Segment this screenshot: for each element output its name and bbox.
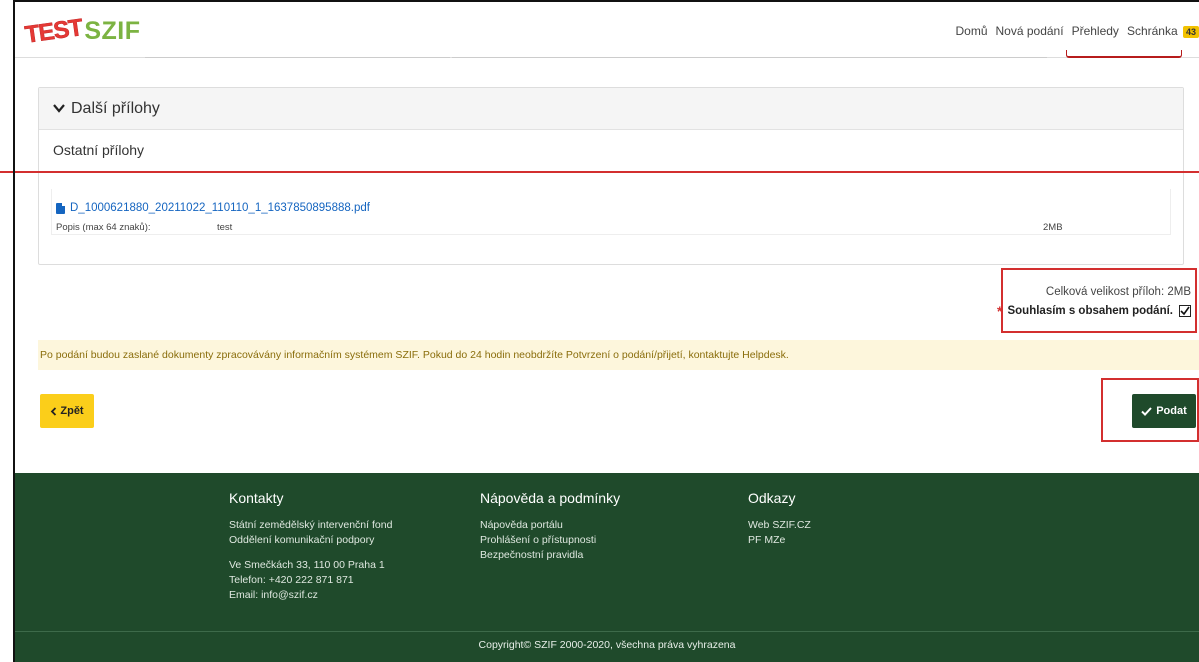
- footer-contacts-dept: Oddělení komunikační podpory: [229, 534, 375, 546]
- header-divider: [452, 57, 1047, 58]
- szif-logo[interactable]: TEST SZIF: [23, 10, 141, 49]
- nav-overviews[interactable]: Přehledy: [1072, 24, 1119, 38]
- back-button-label: Zpět: [60, 405, 84, 417]
- attachment-description-value: test: [217, 222, 233, 233]
- footer-help-title: Nápověda a podmínky: [480, 490, 621, 506]
- footer-divider: [15, 631, 1199, 632]
- attachment-description-label: Popis (max 64 znaků):: [56, 222, 151, 233]
- footer-link-security[interactable]: Bezpečnostní pravidla: [480, 548, 620, 563]
- submit-annotation-box: Podat: [1101, 378, 1199, 442]
- partially-hidden-button[interactable]: [1066, 50, 1182, 58]
- footer-contacts-address: Ve Smečkách 33, 110 00 Praha 1: [229, 559, 385, 571]
- chevron-left-icon: [51, 406, 57, 416]
- footer-help: Nápověda a podmínky Nápověda portálu Pro…: [480, 490, 620, 563]
- footer-contacts: Kontakty Státní zemědělský intervenční f…: [229, 490, 392, 603]
- nav-new-submission[interactable]: Nová podání: [996, 24, 1064, 38]
- consent-annotation-box: Celková velikost příloh: 2MB * Souhlasím…: [997, 268, 1197, 333]
- consent-row: * Souhlasím s obsahem podání.: [997, 303, 1191, 319]
- other-attachments-title: Ostatní přílohy: [53, 142, 145, 158]
- submit-button[interactable]: Podat: [1132, 394, 1196, 428]
- nav-home[interactable]: Domů: [955, 24, 987, 38]
- site-footer: Kontakty Státní zemědělský intervenční f…: [15, 473, 1199, 662]
- checkmark-icon: [1141, 406, 1152, 416]
- required-marker: *: [997, 303, 1003, 319]
- footer-contacts-phone: Telefon: +420 222 871 871: [229, 574, 354, 586]
- footer-contacts-email: Email: info@szif.cz: [229, 589, 318, 601]
- inbox-count-badge: 43: [1182, 26, 1199, 38]
- attachment-file-size: 2MB: [1043, 222, 1063, 233]
- footer-copyright: Copyright© SZIF 2000-2020, všechna práva…: [478, 639, 736, 651]
- footer-link-accessibility[interactable]: Prohlášení o přístupnosti: [480, 533, 620, 548]
- pdf-file-icon: [56, 202, 65, 214]
- attachments-panel-header[interactable]: Další přílohy: [39, 88, 1183, 130]
- footer-links-title: Odkazy: [748, 490, 796, 506]
- main-nav: Domů Nová podání Přehledy Schránka 43: [955, 24, 1199, 38]
- header-divider: [145, 57, 450, 58]
- top-header: TEST SZIF Domů Nová podání Přehledy Schr…: [15, 2, 1199, 58]
- info-banner: Po podání budou zaslané dokumenty zpraco…: [38, 340, 1199, 370]
- footer-link-pf-mze[interactable]: PF MZe: [748, 533, 811, 548]
- nav-inbox-label: Schránka: [1126, 24, 1178, 38]
- attachments-panel: Další přílohy Ostatní přílohy D_10006218…: [38, 87, 1184, 265]
- logo-szif-label: SZIF: [84, 17, 141, 45]
- footer-links: Odkazy Web SZIF.CZ PF MZe: [748, 490, 811, 548]
- footer-contacts-title: Kontakty: [229, 490, 284, 506]
- submit-button-label: Podat: [1156, 405, 1187, 417]
- checkmark-icon: [1180, 306, 1190, 316]
- attachment-file-name: D_1000621880_20211022_110110_1_163785089…: [70, 202, 370, 214]
- consent-checkbox[interactable]: [1179, 305, 1191, 317]
- chevron-down-icon: [53, 101, 65, 116]
- back-button[interactable]: Zpět: [40, 394, 94, 428]
- attachment-file-link[interactable]: D_1000621880_20211022_110110_1_163785089…: [56, 202, 370, 214]
- total-attachments-size: Celková velikost příloh: 2MB: [1045, 286, 1191, 298]
- footer-contacts-org: Státní zemědělský intervenční fond: [229, 519, 393, 531]
- consent-label: Souhlasím s obsahem podání.: [1007, 305, 1173, 317]
- attachments-panel-title: Další přílohy: [71, 99, 160, 117]
- logo-test-label: TEST: [23, 14, 84, 49]
- nav-inbox[interactable]: Schránka 43: [1127, 24, 1199, 38]
- annotation-line: [0, 171, 1199, 173]
- footer-link-help[interactable]: Nápověda portálu: [480, 518, 620, 533]
- footer-link-szif-web[interactable]: Web SZIF.CZ: [748, 518, 811, 533]
